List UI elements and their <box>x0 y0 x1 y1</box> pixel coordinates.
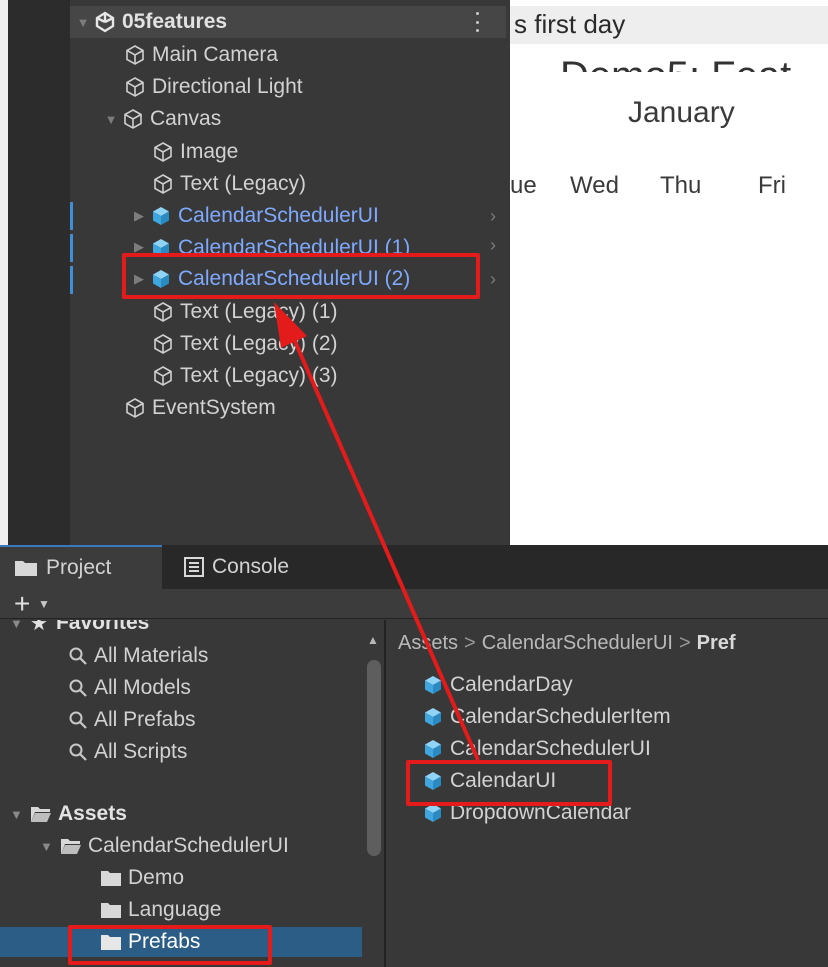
chevron-right-icon[interactable]: › <box>490 206 496 227</box>
gameobject-icon <box>152 365 174 387</box>
chevron-right-icon[interactable]: › <box>490 235 496 255</box>
gameobject-icon <box>124 76 146 98</box>
gameobject-icon <box>152 333 174 355</box>
kebab-menu-icon[interactable] <box>474 12 480 32</box>
weekday-label: ue <box>510 172 537 199</box>
folder-icon <box>15 561 37 576</box>
star-icon: ★ <box>30 620 48 635</box>
folder-icon <box>101 871 121 886</box>
tab-bar: Project Console <box>0 545 828 589</box>
highlight-box-hierarchy <box>122 253 480 299</box>
gameobject-icon <box>124 44 146 66</box>
highlight-box-folder <box>68 925 272 965</box>
tree-favorite-item[interactable]: All Models <box>68 673 191 703</box>
search-icon <box>69 743 87 761</box>
tree-package-folder[interactable]: ▼ CalendarSchedulerUI <box>40 831 289 861</box>
prefab-override-bar <box>70 202 73 230</box>
scene-name: 05features <box>122 10 228 33</box>
hierarchy-indent-strip <box>8 0 70 545</box>
hierarchy-item-main-camera[interactable]: Main Camera <box>106 40 278 70</box>
breadcrumb-assets[interactable]: Assets <box>398 632 458 654</box>
hierarchy-item-text-legacy-3[interactable]: Text (Legacy) (3) <box>134 361 338 391</box>
chevron-right-icon[interactable]: › <box>490 269 496 290</box>
hierarchy-item-calendarschedulerui[interactable]: ▶ CalendarSchedulerUI › <box>132 201 496 231</box>
hierarchy-item-image[interactable]: Image <box>134 137 238 167</box>
window-edge <box>0 0 8 545</box>
unity-scene-icon <box>94 11 116 33</box>
gameobject-icon <box>152 141 174 163</box>
prefab-override-bar <box>70 234 73 262</box>
hierarchy-item-text-legacy-1[interactable]: Text (Legacy) (1) <box>134 297 338 327</box>
scene-title-text: Demo5: Feat <box>560 48 791 72</box>
console-icon <box>184 557 204 577</box>
fold-down-icon[interactable]: ▼ <box>76 15 90 30</box>
calendar-month-label: January <box>628 96 735 129</box>
fold-down-icon[interactable]: ▼ <box>104 112 118 127</box>
gameobject-icon <box>122 108 144 130</box>
folder-icon <box>101 903 121 918</box>
open-folder-icon <box>31 807 51 822</box>
project-window: Project Console + ▼ ▼ ★ Favorites All Ma… <box>0 545 828 967</box>
game-view[interactable]: s first day Demo5: Feat January ue Wed T… <box>510 0 828 545</box>
tree-assets[interactable]: ▼ Assets <box>10 799 127 829</box>
breadcrumb-package[interactable]: CalendarSchedulerUI <box>482 632 673 654</box>
prefab-icon <box>425 740 441 758</box>
prefab-icon <box>425 708 441 726</box>
breadcrumb-current[interactable]: Pref <box>697 632 736 654</box>
weekday-label: Fri <box>758 172 786 199</box>
prefab-override-bar <box>70 266 73 294</box>
hierarchy-item-text-legacy[interactable]: Text (Legacy) <box>134 169 306 199</box>
hierarchy-item-eventsystem[interactable]: EventSystem <box>106 393 276 423</box>
project-toolbar: + ▼ <box>0 589 828 619</box>
scene-subtitle-text: s first day <box>514 9 626 39</box>
search-icon <box>69 647 87 665</box>
fold-down-icon[interactable]: ▼ <box>40 839 56 854</box>
highlight-box-asset <box>406 760 612 806</box>
hierarchy-item-text-legacy-2[interactable]: Text (Legacy) (2) <box>134 329 338 359</box>
fold-right-icon[interactable]: ▶ <box>132 208 146 224</box>
tab-project-label: Project <box>46 556 112 579</box>
fold-down-icon[interactable]: ▼ <box>10 620 26 631</box>
tree-favorite-item[interactable]: All Scripts <box>68 737 187 767</box>
tree-favorite-item[interactable]: All Prefabs <box>68 705 196 735</box>
fold-down-icon[interactable]: ▼ <box>10 807 26 822</box>
hierarchy-item-directional-light[interactable]: Directional Light <box>106 72 303 102</box>
hierarchy-item-canvas[interactable]: ▼ Canvas <box>104 104 222 134</box>
prefab-icon <box>150 205 172 227</box>
open-folder-icon <box>61 839 81 854</box>
tab-console[interactable]: Console <box>170 545 289 589</box>
tree-favorites[interactable]: ▼ ★ Favorites <box>10 620 149 638</box>
asset-item[interactable]: CalendarDay <box>422 670 573 700</box>
weekday-label: Wed <box>570 172 619 199</box>
scroll-up-icon[interactable]: ▲ <box>367 633 379 647</box>
search-icon <box>69 679 87 697</box>
tab-project[interactable]: Project <box>0 545 162 589</box>
tree-folder-demo[interactable]: Demo <box>100 863 184 893</box>
dropdown-caret-icon[interactable]: ▼ <box>38 597 50 611</box>
asset-item[interactable]: CalendarSchedulerItem <box>422 702 671 732</box>
hierarchy-item-calendarschedulerui-1[interactable]: ▶ CalendarSchedulerUI (1) › <box>132 233 496 255</box>
scene-root-row[interactable]: ▼ 05features <box>76 7 228 37</box>
gameobject-icon <box>152 301 174 323</box>
search-icon <box>69 711 87 729</box>
breadcrumb: Assets > CalendarSchedulerUI > Pref <box>398 632 736 654</box>
tree-scrollbar-thumb[interactable] <box>367 660 381 856</box>
tree-folder-language[interactable]: Language <box>100 895 221 925</box>
gameobject-icon <box>124 397 146 419</box>
gameobject-icon <box>152 173 174 195</box>
tree-favorite-item[interactable]: All Materials <box>68 641 208 671</box>
weekday-label: Thu <box>660 172 702 199</box>
prefab-icon <box>425 676 441 694</box>
tab-console-label: Console <box>212 555 290 578</box>
project-folder-tree: ▼ ★ Favorites All Materials All Models A… <box>0 620 362 967</box>
add-asset-button[interactable]: + <box>14 590 30 618</box>
